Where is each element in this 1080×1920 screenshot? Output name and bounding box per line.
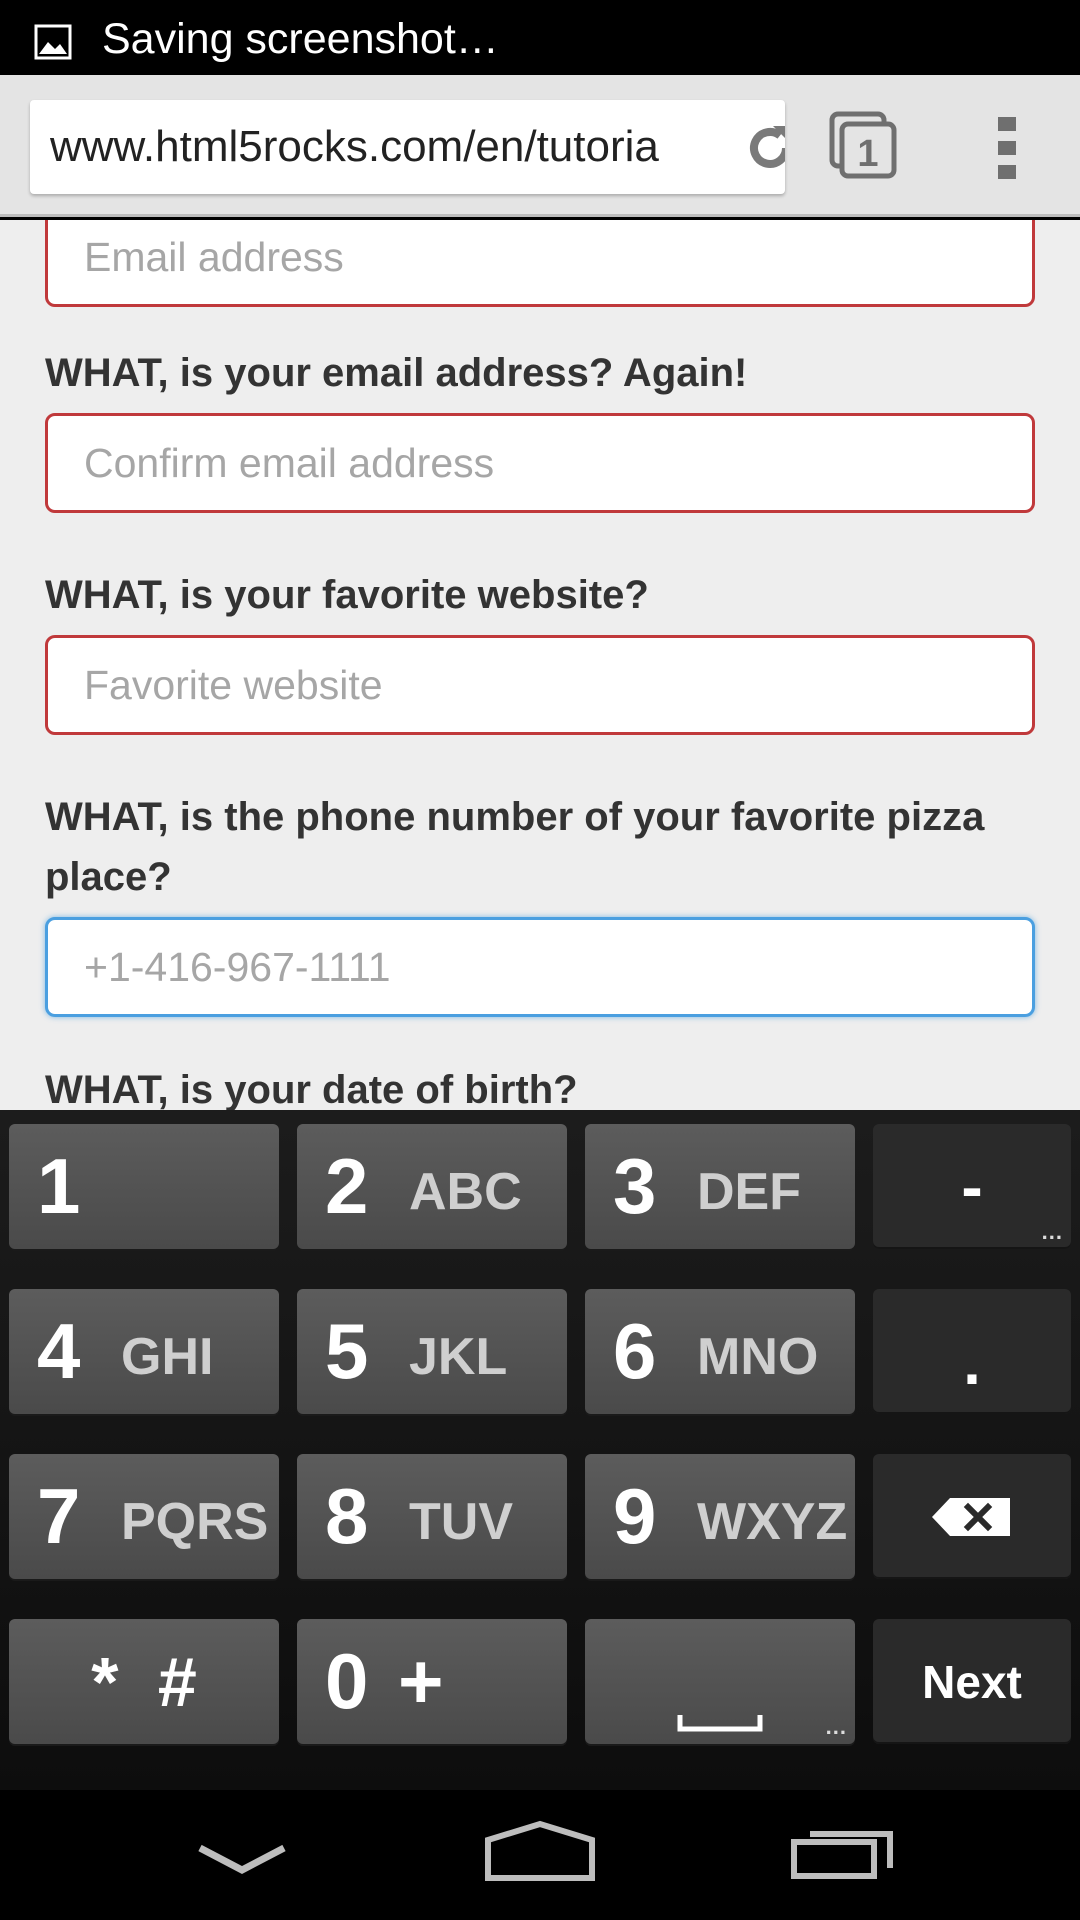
key-digit: 8	[325, 1472, 369, 1560]
system-navigation-bar	[0, 1790, 1080, 1920]
key-backspace[interactable]	[873, 1454, 1071, 1579]
next-button[interactable]: Next	[873, 1619, 1071, 1744]
reload-icon[interactable]	[742, 120, 785, 176]
recent-apps-icon[interactable]	[790, 1824, 896, 1880]
key-digit: 7	[37, 1472, 81, 1560]
key-7[interactable]: 7 PQRS	[9, 1454, 279, 1579]
backspace-wrap	[873, 1454, 1071, 1579]
key-digit: 6	[613, 1307, 657, 1395]
confirm-email-field[interactable]	[45, 413, 1035, 513]
tabs-icon[interactable]: 1	[828, 110, 900, 182]
key-1[interactable]: 1	[9, 1124, 279, 1249]
numeric-keyboard: 1 2 ABC 3 DEF - ... 4 GHI 5 JKL 6 MNO . …	[0, 1110, 1080, 1790]
key-letters: DEF	[697, 1163, 801, 1221]
key-label: Next	[922, 1655, 1022, 1708]
date-of-birth-label: WHAT, is your date of birth?	[45, 1068, 578, 1110]
favorite-website-field[interactable]	[45, 635, 1035, 735]
key-digit: 5	[325, 1307, 369, 1395]
pizza-phone-field[interactable]	[45, 917, 1035, 1017]
key-label: * #	[91, 1642, 197, 1721]
status-bar: Saving screenshot…	[0, 0, 1080, 75]
key-letters: JKL	[409, 1328, 508, 1386]
key-letters: WXYZ	[697, 1493, 848, 1551]
space-icon	[677, 1715, 763, 1732]
key-3[interactable]: 3 DEF	[585, 1124, 855, 1249]
confirm-email-label: WHAT, is your email address? Again!	[45, 351, 748, 395]
key-letters: GHI	[121, 1328, 214, 1386]
key-0[interactable]: 0 +	[297, 1619, 567, 1744]
url-bar[interactable]: www.html5rocks.com/en/tutoria	[30, 100, 785, 194]
key-digit: 0 +	[325, 1637, 444, 1725]
key-letters: MNO	[697, 1328, 819, 1386]
image-icon	[34, 24, 72, 60]
home-icon[interactable]	[484, 1820, 596, 1882]
notification-text: Saving screenshot…	[102, 15, 499, 63]
key-digit: 4	[37, 1307, 81, 1395]
key-8[interactable]: 8 TUV	[297, 1454, 567, 1579]
more-dots: ...	[825, 1714, 847, 1739]
web-page-content: WHAT, is your email address? Again! WHAT…	[0, 220, 1080, 1110]
tab-count: 1	[857, 133, 878, 175]
key-symbols[interactable]: * #	[9, 1619, 279, 1744]
key-digit: 2	[325, 1142, 369, 1230]
more-dots: ...	[1041, 1219, 1063, 1244]
url-text[interactable]: www.html5rocks.com/en/tutoria	[50, 122, 720, 172]
key-period[interactable]: .	[873, 1289, 1071, 1414]
overflow-menu-icon[interactable]	[995, 115, 1021, 181]
email-field[interactable]	[45, 220, 1035, 307]
key-digit: 3	[613, 1142, 657, 1230]
pizza-phone-label: WHAT, is the phone number of your favori…	[45, 795, 985, 899]
back-icon[interactable]	[196, 1842, 288, 1878]
key-6[interactable]: 6 MNO	[585, 1289, 855, 1414]
key-5[interactable]: 5 JKL	[297, 1289, 567, 1414]
key-digit: 1	[37, 1142, 81, 1230]
key-2[interactable]: 2 ABC	[297, 1124, 567, 1249]
key-digit: 9	[613, 1472, 657, 1560]
key-letters: ABC	[409, 1163, 522, 1221]
favorite-website-label: WHAT, is your favorite website?	[45, 573, 649, 617]
key-label: .	[963, 1325, 981, 1398]
key-9[interactable]: 9 WXYZ	[585, 1454, 855, 1579]
key-4[interactable]: 4 GHI	[9, 1289, 279, 1414]
key-letters: TUV	[409, 1493, 513, 1551]
key-space[interactable]: ...	[585, 1619, 855, 1744]
backspace-icon	[932, 1497, 1010, 1536]
browser-toolbar: www.html5rocks.com/en/tutoria 1	[0, 75, 1080, 217]
key-letters: PQRS	[121, 1493, 269, 1551]
key-dash[interactable]: - ...	[873, 1124, 1071, 1249]
